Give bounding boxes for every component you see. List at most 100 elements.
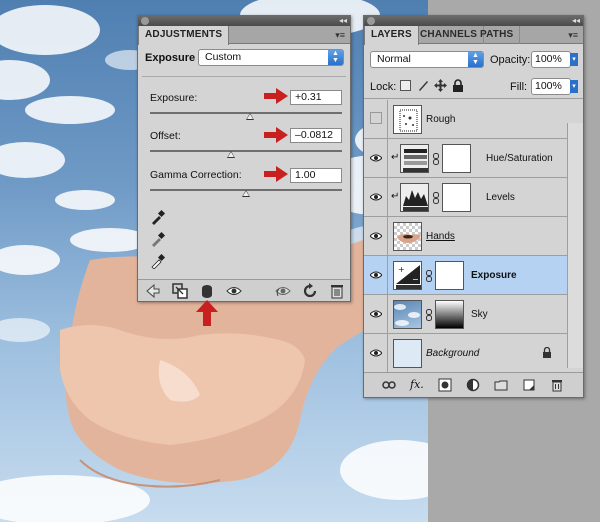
link-chain-icon[interactable] xyxy=(433,153,439,165)
gamma-input[interactable]: 1.00 xyxy=(290,168,342,183)
red-arrow-icon xyxy=(264,88,288,104)
tab-layers[interactable]: LAYERS xyxy=(364,26,419,45)
opacity-input[interactable]: 100% xyxy=(531,51,571,68)
new-group-folder-icon[interactable] xyxy=(494,378,508,392)
layer-row-hue-saturation[interactable]: ↵ Hue/Saturation xyxy=(364,139,567,178)
add-mask-icon[interactable] xyxy=(438,378,452,392)
layer-name: Hands xyxy=(426,231,455,242)
link-chain-icon[interactable] xyxy=(426,270,432,282)
fill-dropdown-icon[interactable]: ▾ xyxy=(570,80,578,93)
exposure-label: Exposure: xyxy=(150,92,198,104)
eye-icon[interactable] xyxy=(370,192,382,202)
trash-icon[interactable] xyxy=(550,378,564,392)
link-chain-icon[interactable] xyxy=(426,309,432,321)
blend-mode-select[interactable]: Normal ▲ ▼ xyxy=(370,51,484,68)
layer-mask-thumbnail[interactable] xyxy=(435,300,464,329)
visibility-toggle[interactable] xyxy=(364,334,388,373)
tab-paths[interactable]: PATHS xyxy=(474,26,521,44)
visibility-eye-icon[interactable] xyxy=(226,283,242,299)
opacity-value: 100% xyxy=(535,53,562,65)
visibility-toggle[interactable] xyxy=(364,256,388,295)
layer-style-fx-icon[interactable]: fx. xyxy=(410,378,424,392)
clip-to-layer-icon[interactable] xyxy=(199,283,215,299)
eye-icon[interactable] xyxy=(370,309,382,319)
visibility-toggle[interactable] xyxy=(364,295,388,334)
layer-row-levels[interactable]: ↵ Levels xyxy=(364,178,567,217)
black-point-eyedropper-icon[interactable] xyxy=(150,209,166,225)
white-point-eyedropper-icon[interactable] xyxy=(150,253,166,269)
reset-icon[interactable] xyxy=(302,283,318,299)
offset-slider-thumb[interactable] xyxy=(226,151,235,158)
expand-view-icon[interactable] xyxy=(172,283,188,299)
preset-select[interactable]: Custom ▲ ▼ xyxy=(198,49,344,66)
lock-all-icon[interactable] xyxy=(452,79,464,92)
layer-mask-thumbnail[interactable] xyxy=(435,261,464,290)
layer-row-hands[interactable]: Hands xyxy=(364,217,567,256)
gamma-slider-thumb[interactable] xyxy=(242,190,250,197)
offset-input[interactable]: –0.0812 xyxy=(290,128,342,143)
preset-select-value: Custom xyxy=(205,51,242,63)
close-icon[interactable] xyxy=(141,17,149,25)
eye-icon[interactable] xyxy=(370,348,382,358)
layers-scrollbar[interactable] xyxy=(567,123,583,368)
hidden-eye-icon[interactable] xyxy=(370,112,382,124)
new-adjustment-layer-icon[interactable] xyxy=(466,378,480,392)
visibility-toggle[interactable] xyxy=(364,217,388,256)
collapse-icon[interactable]: ◂◂ xyxy=(339,16,347,26)
lock-position-move-icon[interactable] xyxy=(434,79,447,92)
adjustments-footer xyxy=(138,279,350,301)
layer-row-background[interactable]: Background xyxy=(364,334,567,373)
layer-thumbnail xyxy=(393,222,422,251)
layer-row-sky[interactable]: Sky xyxy=(364,295,567,334)
layers-tabbar: LAYERS CHANNELS PATHS ▾≡ xyxy=(364,26,583,45)
layer-name: Sky xyxy=(471,309,488,320)
adjustment-thumbnail xyxy=(400,144,429,173)
trash-icon[interactable] xyxy=(329,283,345,299)
gray-point-eyedropper-icon[interactable] xyxy=(150,231,166,247)
link-layers-icon[interactable] xyxy=(382,378,396,392)
blend-mode-value: Normal xyxy=(377,53,411,65)
visibility-toggle[interactable] xyxy=(364,100,388,139)
link-chain-icon[interactable] xyxy=(433,192,439,204)
visibility-toggle[interactable] xyxy=(364,139,388,178)
adjustment-thumbnail xyxy=(400,183,429,212)
tab-adjustments[interactable]: ADJUSTMENTS xyxy=(138,26,230,45)
clipping-arrow-icon: ↵ xyxy=(391,191,400,202)
exposure-input[interactable]: +0.31 xyxy=(290,90,342,105)
visibility-toggle[interactable] xyxy=(364,178,388,217)
panel-menu-icon[interactable]: ▾≡ xyxy=(335,30,345,41)
offset-slider[interactable] xyxy=(150,150,342,152)
new-layer-icon[interactable] xyxy=(522,378,536,392)
eye-icon[interactable] xyxy=(370,153,382,163)
eye-icon[interactable] xyxy=(370,231,382,241)
lock-transparent-icon[interactable] xyxy=(400,80,411,91)
fill-value: 100% xyxy=(535,80,562,92)
adjustment-thumbnail: + − xyxy=(393,261,422,290)
layer-row-exposure[interactable]: + − Exposure xyxy=(364,256,567,295)
divider xyxy=(364,98,583,99)
divider xyxy=(142,76,346,77)
opacity-dropdown-icon[interactable]: ▾ xyxy=(570,53,578,66)
layer-name: Rough xyxy=(426,114,456,125)
fill-input[interactable]: 100% xyxy=(531,78,571,95)
layer-row-rough[interactable]: Rough xyxy=(364,100,567,139)
layer-mask-thumbnail[interactable] xyxy=(442,183,471,212)
close-icon[interactable] xyxy=(367,17,375,25)
lock-label: Lock: xyxy=(370,81,397,93)
layers-titlebar[interactable]: ◂◂ xyxy=(364,16,583,26)
svg-text:+: + xyxy=(398,265,405,274)
exposure-slider-thumb[interactable] xyxy=(245,113,254,120)
lock-pixels-brush-icon[interactable] xyxy=(417,79,430,92)
previous-state-icon[interactable] xyxy=(275,283,291,299)
eye-icon[interactable] xyxy=(370,270,382,280)
layer-mask-thumbnail[interactable] xyxy=(442,144,471,173)
back-arrow-icon[interactable] xyxy=(145,283,161,299)
chevron-updown-icon: ▲ ▼ xyxy=(468,52,483,67)
preset-row: Exposure Custom ▲ ▼ xyxy=(138,44,350,70)
adjustments-titlebar[interactable]: ◂◂ xyxy=(138,16,350,26)
preset-label: Exposure xyxy=(145,52,196,64)
collapse-icon[interactable]: ◂◂ xyxy=(572,16,580,26)
panel-menu-icon[interactable]: ▾≡ xyxy=(568,30,578,41)
clipping-arrow-icon: ↵ xyxy=(391,152,400,163)
layers-footer: fx. xyxy=(364,372,583,397)
